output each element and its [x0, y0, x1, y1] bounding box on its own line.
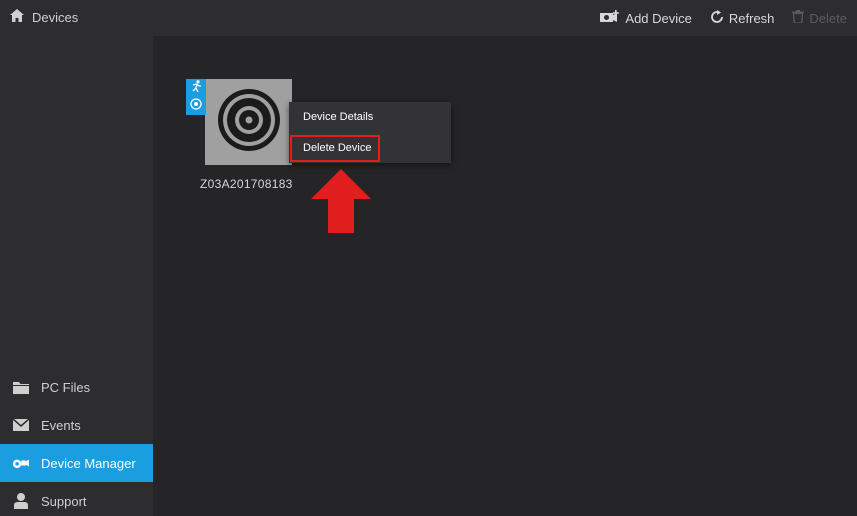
nav-item-device-manager[interactable]: Device Manager [0, 444, 153, 482]
refresh-button[interactable]: Refresh [710, 9, 775, 27]
envelope-icon [12, 417, 29, 434]
add-camera-icon [600, 9, 620, 27]
nav-item-label: Events [41, 417, 81, 433]
home-icon [10, 9, 24, 25]
refresh-icon [710, 9, 724, 27]
add-device-button[interactable]: Add Device [600, 9, 692, 27]
refresh-label: Refresh [728, 10, 775, 26]
motion-icon [190, 79, 202, 97]
device-thumbnail[interactable] [205, 79, 292, 165]
camera-lens-icon [216, 87, 282, 158]
folder-icon [12, 379, 29, 396]
camera-device-icon [12, 455, 29, 472]
nav-item-label: PC Files [41, 379, 91, 395]
record-icon [190, 97, 202, 115]
nav-item-label: Device Manager [41, 455, 136, 471]
device-details-menu-item[interactable]: Device Details [303, 111, 373, 123]
nav-item-events[interactable]: Events [0, 406, 153, 444]
device-name: Z03A201708183 [200, 177, 293, 191]
delete-label: Delete [809, 10, 847, 26]
device-status-badge [186, 79, 206, 115]
nav-item-pc-files[interactable]: PC Files [0, 368, 153, 406]
add-device-label: Add Device [625, 10, 692, 26]
person-icon [12, 493, 29, 510]
nav-item-label: Support [41, 493, 87, 509]
delete-device-highlight [290, 135, 380, 162]
side-nav: PC Files Events Device Manager Support [0, 368, 153, 516]
sidebar-header-label: Devices [32, 9, 79, 25]
sidebar: Devices PC Files Events Device Manager S… [0, 0, 153, 516]
nav-item-support[interactable]: Support [0, 482, 153, 516]
arrow-up-icon [311, 169, 371, 238]
trash-icon [792, 10, 805, 26]
toolbar: Add Device Refresh Delete [153, 0, 857, 36]
delete-button[interactable]: Delete [792, 10, 847, 26]
sidebar-header[interactable]: Devices [0, 0, 153, 34]
